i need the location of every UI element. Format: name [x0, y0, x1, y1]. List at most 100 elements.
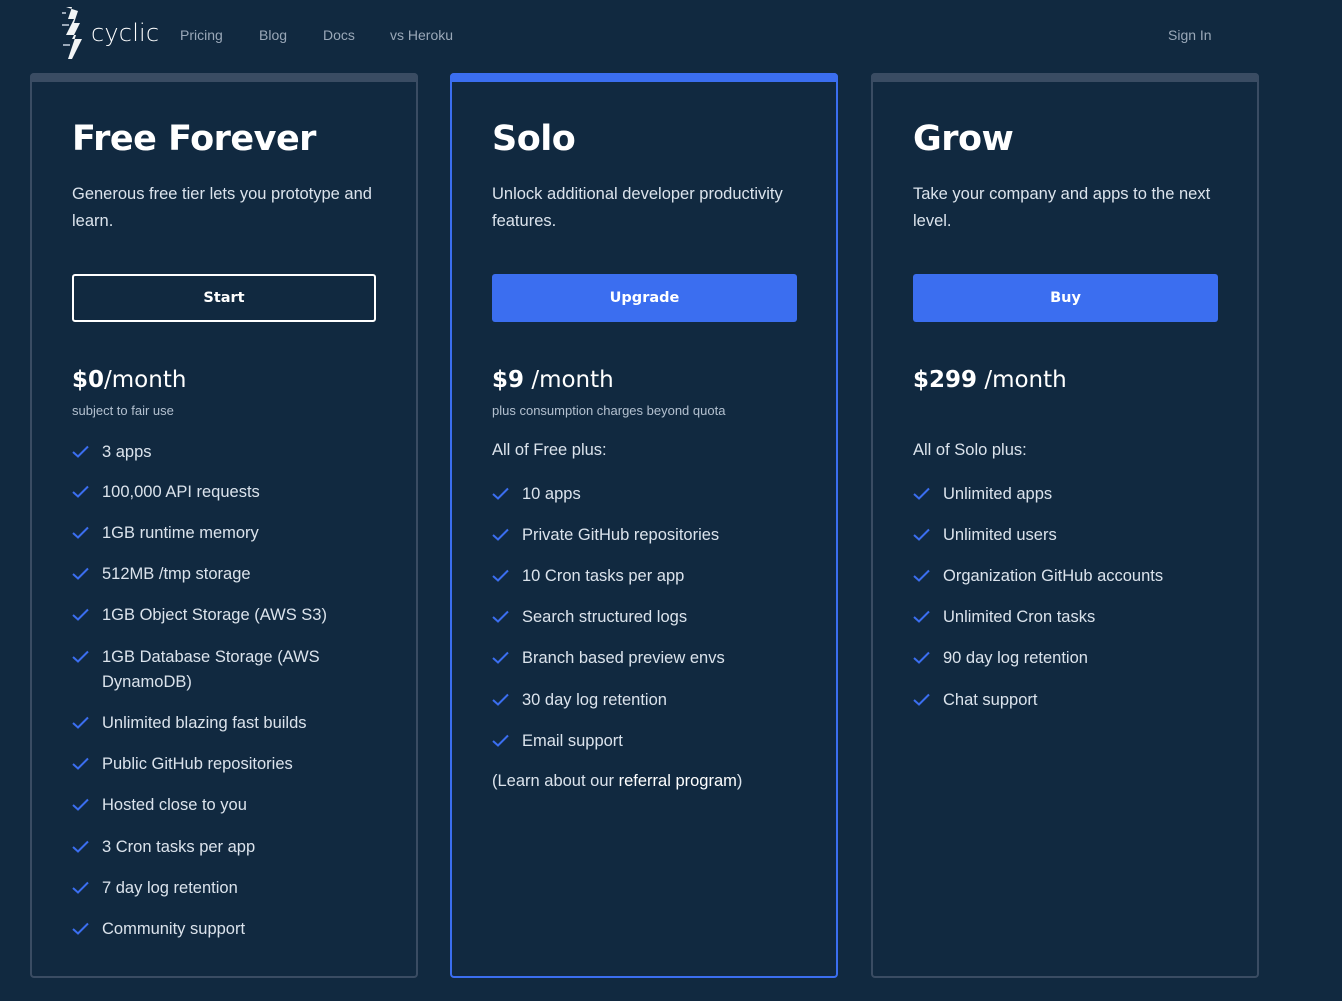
check-icon [913, 693, 930, 706]
feature-label: 10 Cron tasks per app [522, 567, 685, 585]
upgrade-button[interactable]: Upgrade [492, 274, 797, 322]
feature-label: 100,000 API requests [102, 483, 260, 501]
check-icon [72, 716, 89, 729]
check-icon [72, 526, 89, 539]
feature-item: 100,000 API requests [72, 480, 382, 505]
check-icon [72, 485, 89, 498]
referral-suffix: ) [736, 772, 743, 790]
referral-note: (Learn about our referral program) [492, 772, 742, 791]
nav-link-vs-heroku[interactable]: vs Heroku [390, 27, 453, 43]
feature-label: 3 Cron tasks per app [102, 838, 256, 856]
feature-item: Unlimited users [913, 523, 1223, 548]
check-icon [72, 567, 89, 580]
top-nav: cyclic Pricing Blog Docs vs Heroku Sign … [0, 0, 1342, 72]
plan-title: Free Forever [72, 119, 316, 159]
feature-label: 1GB Database Storage (AWS DynamoDB) [102, 648, 320, 691]
plan-intro: All of Solo plus: [913, 441, 1027, 459]
feature-item: 10 apps [492, 482, 802, 507]
feature-item: 7 day log retention [72, 876, 382, 901]
plan-description: Unlock additional developer productivity… [492, 185, 783, 230]
sign-in-link[interactable]: Sign In [1168, 27, 1212, 43]
check-icon [913, 569, 930, 582]
plan-price: $9 /month [492, 367, 614, 393]
plan-card-solo: Solo Unlock additional developer product… [450, 73, 838, 978]
feature-label: Organization GitHub accounts [943, 567, 1164, 585]
price-note: subject to fair use [72, 403, 174, 418]
plan-title: Grow [913, 119, 1014, 159]
feature-item: Community support [72, 917, 382, 942]
check-icon [492, 487, 509, 500]
check-icon [913, 528, 930, 541]
feature-item: 30 day log retention [492, 688, 802, 713]
feature-label: 30 day log retention [522, 691, 667, 709]
plan-intro: All of Free plus: [492, 441, 607, 459]
check-icon [492, 651, 509, 664]
feature-label: 1GB Object Storage (AWS S3) [102, 606, 327, 624]
nav-link-pricing[interactable]: Pricing [180, 27, 223, 43]
feature-item: 90 day log retention [913, 646, 1223, 671]
price-amount: $0 [72, 367, 105, 393]
referral-program-link[interactable]: referral program [619, 772, 737, 790]
price-note: plus consumption charges beyond quota [492, 403, 726, 418]
price-period: /month [977, 367, 1067, 393]
feature-item: Email support [492, 729, 802, 754]
check-icon [72, 445, 89, 458]
feature-label: Unlimited apps [943, 485, 1053, 503]
feature-item: 1GB runtime memory [72, 521, 382, 546]
referral-prefix: (Learn about our [492, 772, 619, 790]
plan-description: Generous free tier lets you prototype an… [72, 185, 372, 230]
feature-item: Unlimited Cron tasks [913, 605, 1223, 630]
feature-label: Private GitHub repositories [522, 526, 720, 544]
feature-label: 10 apps [522, 485, 581, 503]
buy-button[interactable]: Buy [913, 274, 1218, 322]
feature-item: 10 Cron tasks per app [492, 564, 802, 589]
feature-label: Email support [522, 732, 623, 750]
nav-link-docs[interactable]: Docs [323, 27, 355, 43]
feature-item: Private GitHub repositories [492, 523, 802, 548]
plan-title: Solo [492, 119, 576, 159]
feature-label: Public GitHub repositories [102, 755, 293, 773]
plan-price: $299 /month [913, 367, 1067, 393]
price-amount: $299 [913, 367, 978, 393]
check-icon [72, 608, 89, 621]
feature-item: Organization GitHub accounts [913, 564, 1223, 589]
check-icon [72, 650, 89, 663]
feature-label: Search structured logs [522, 608, 688, 626]
plan-card-free: Free Forever Generous free tier lets you… [30, 73, 418, 978]
feature-label: 90 day log retention [943, 649, 1088, 667]
brand-logo[interactable]: cyclic [60, 4, 160, 62]
plan-description: Take your company and apps to the next l… [913, 185, 1211, 230]
price-period: /month [104, 367, 187, 393]
check-icon [72, 922, 89, 935]
check-icon [492, 528, 509, 541]
start-button[interactable]: Start [72, 274, 376, 322]
check-icon [492, 610, 509, 623]
check-icon [913, 610, 930, 623]
check-icon [913, 487, 930, 500]
feature-label: Community support [102, 920, 246, 938]
feature-label: 7 day log retention [102, 879, 238, 897]
check-icon [492, 693, 509, 706]
feature-item: Unlimited blazing fast builds [72, 711, 382, 736]
check-icon [72, 881, 89, 894]
feature-label: Branch based preview envs [522, 649, 725, 667]
check-icon [72, 840, 89, 853]
check-icon [913, 651, 930, 664]
feature-item: 512MB /tmp storage [72, 562, 382, 587]
check-icon [492, 734, 509, 747]
feature-label: 3 apps [102, 443, 152, 461]
feature-item: 3 apps [72, 440, 382, 465]
check-icon [492, 569, 509, 582]
feature-item: Public GitHub repositories [72, 752, 382, 777]
nav-link-blog[interactable]: Blog [259, 27, 287, 43]
feature-item: 1GB Database Storage (AWS DynamoDB) [72, 645, 382, 695]
plan-card-grow: Grow Take your company and apps to the n… [871, 73, 1259, 978]
cyclic-logo-icon [62, 7, 82, 59]
feature-item: Hosted close to you [72, 793, 382, 818]
feature-label: 512MB /tmp storage [102, 565, 251, 583]
price-period: /month [524, 367, 614, 393]
feature-item: Branch based preview envs [492, 646, 802, 671]
plan-price: $0/month [72, 367, 186, 393]
check-icon [72, 757, 89, 770]
feature-label: Unlimited Cron tasks [943, 608, 1096, 626]
